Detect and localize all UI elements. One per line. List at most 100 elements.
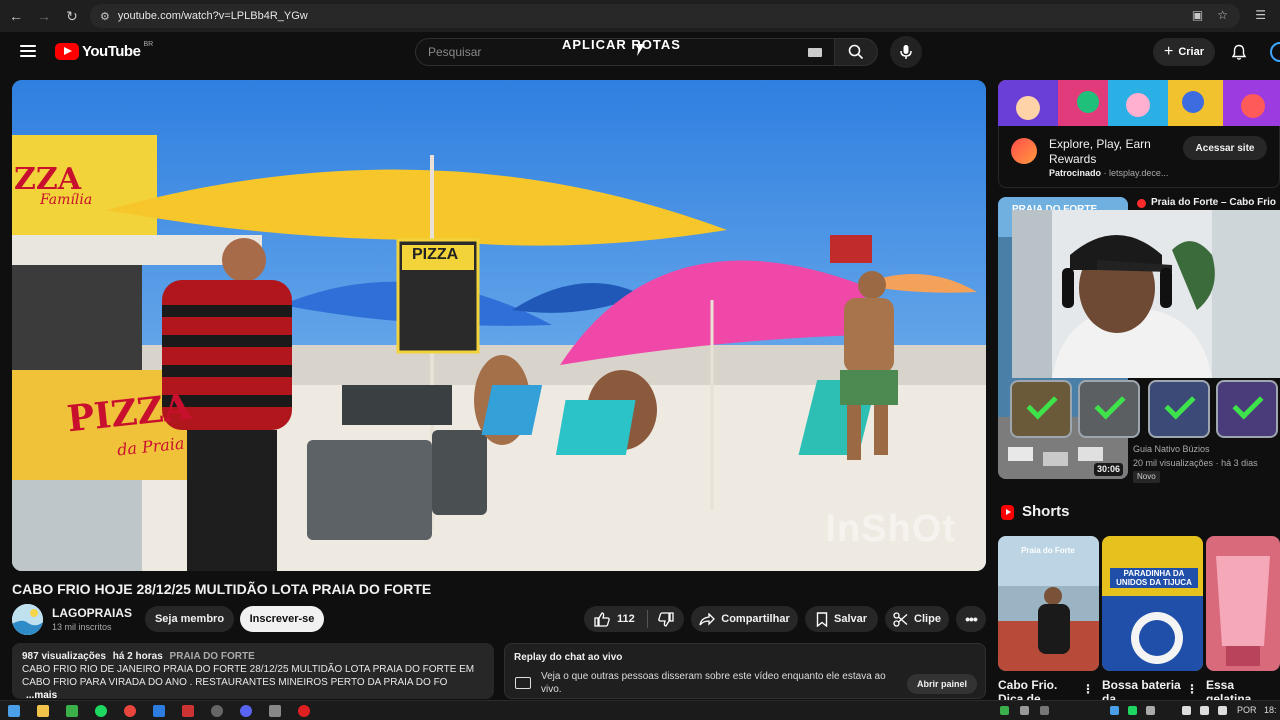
app-icon[interactable] — [269, 705, 281, 717]
tray-icon[interactable] — [1110, 706, 1119, 715]
logo-text: YouTube — [82, 43, 141, 60]
chat-replay-panel: Replay do chat ao vivo Veja o que outras… — [504, 643, 986, 699]
pizza-sign-top-sub: Família — [40, 192, 93, 208]
voice-search-button[interactable] — [890, 36, 922, 68]
star-icon[interactable]: ☆ — [1217, 8, 1228, 22]
file-explorer-icon[interactable] — [37, 705, 49, 717]
ad-banner-image[interactable] — [998, 80, 1280, 126]
channel-name[interactable]: LAGOPRAIAS — [52, 606, 132, 620]
check-icon — [1094, 388, 1126, 420]
description-tag[interactable]: PRAIA DO FORTE — [170, 651, 255, 662]
app-icon[interactable] — [298, 705, 310, 717]
forward-icon[interactable]: → — [32, 4, 56, 28]
tray-icon[interactable] — [1020, 706, 1029, 715]
discord-icon[interactable] — [240, 705, 252, 717]
short-card[interactable]: PARADINHA DA UNIDOS DA TIJUCA — [1102, 536, 1203, 671]
windows-start-icon[interactable] — [8, 705, 20, 717]
menu-icon[interactable] — [20, 45, 36, 57]
recommended-channel[interactable]: Guia Nativo Búzios — [1133, 444, 1210, 454]
chat-replay-text: Veja o que outras pessoas disseram sobre… — [541, 671, 886, 695]
clip-label: Clipe — [914, 613, 941, 625]
thumbs-up-icon — [594, 611, 610, 627]
thumbnail-card[interactable] — [1078, 380, 1140, 438]
thumbnail-card[interactable] — [1010, 380, 1072, 438]
advertiser-logo — [1011, 138, 1037, 164]
join-button[interactable]: Seja membro — [145, 606, 234, 632]
wifi-icon[interactable] — [1182, 706, 1191, 715]
video-frame — [12, 80, 986, 571]
site-info-icon[interactable]: ⚙ — [100, 10, 110, 23]
subscribe-button[interactable]: Inscrever-se — [240, 606, 324, 632]
short-card[interactable]: Praia do Forte — [998, 536, 1099, 671]
mic-icon — [900, 45, 912, 59]
pizza-board-text: PIZZA — [412, 246, 459, 263]
windows-taskbar: POR 18: — [0, 700, 1280, 720]
new-badge: Novo — [1133, 471, 1160, 483]
thumbnail-card[interactable] — [1148, 380, 1210, 438]
sponsored-label: Patrocinado — [1049, 168, 1102, 178]
keyboard-icon[interactable] — [808, 48, 822, 57]
tray-icon[interactable] — [1000, 706, 1009, 715]
tray-icon[interactable] — [1146, 706, 1155, 715]
app-icon[interactable] — [153, 705, 165, 717]
visit-site-button[interactable]: Acessar site — [1183, 136, 1267, 160]
tray-icon[interactable] — [1040, 706, 1049, 715]
short-card[interactable] — [1206, 536, 1280, 671]
spotify-icon[interactable] — [95, 705, 107, 717]
input-language[interactable]: POR — [1237, 705, 1257, 715]
app-icon[interactable] — [182, 705, 194, 717]
ad-title[interactable]: Explore, Play, Earn Rewards — [1049, 137, 1179, 167]
search-button[interactable] — [834, 38, 878, 66]
more-horizontal-icon: ••• — [965, 611, 978, 627]
url-text[interactable]: youtube.com/watch?v=LPLBb4R_YGw — [118, 10, 308, 22]
thumbs-down-icon — [658, 611, 674, 627]
app-icon[interactable] — [211, 705, 223, 717]
thumbnail-card[interactable] — [1216, 380, 1278, 438]
speaker-icon[interactable] — [1218, 706, 1227, 715]
channel-thumbnails-row — [1010, 380, 1280, 438]
like-count: 112 — [617, 613, 635, 625]
shorts-icon — [1001, 505, 1014, 520]
app-icon[interactable] — [66, 705, 78, 717]
chrome-icon[interactable] — [124, 705, 136, 717]
volume-icon[interactable] — [1200, 706, 1209, 715]
like-dislike-bar: 112 — [584, 606, 684, 632]
short-menu-icon[interactable]: ⋮ — [1082, 682, 1094, 696]
webcam-overlay — [1012, 210, 1280, 378]
video-duration: 30:06 — [1094, 463, 1124, 476]
create-button[interactable]: + Criar — [1153, 38, 1215, 66]
notifications-button[interactable] — [1229, 42, 1249, 62]
more-actions-button[interactable]: ••• — [956, 606, 986, 632]
reload-icon[interactable]: ↻ — [60, 4, 84, 28]
recommended-views: 20 mil visualizações — [1133, 458, 1214, 468]
inshot-watermark: InShOt — [825, 508, 956, 550]
cast-icon[interactable]: ▣ — [1192, 8, 1203, 22]
description-box[interactable]: 987 visualizações há 2 horas PRAIA DO FO… — [12, 643, 494, 701]
bookmark-icon — [816, 611, 828, 627]
plus-icon: + — [1163, 43, 1174, 60]
clock[interactable]: 18: — [1264, 705, 1277, 715]
check-icon — [1164, 388, 1196, 420]
address-bar[interactable]: ⚙ youtube.com/watch?v=LPLBb4R_YGw ▣ ☆ — [90, 4, 1240, 28]
chat-icon — [515, 677, 531, 689]
like-button[interactable]: 112 — [584, 611, 647, 627]
video-player[interactable]: ZZA Família PIZZA PIZZA da Praia InShOt — [12, 80, 986, 571]
back-icon[interactable]: ← — [4, 4, 28, 28]
clip-button[interactable]: Clipe — [885, 606, 949, 632]
region-code: BR — [143, 41, 154, 48]
short-menu-icon[interactable]: ⋮ — [1186, 682, 1198, 696]
account-avatar[interactable] — [1270, 42, 1280, 62]
channel-avatar[interactable] — [12, 604, 43, 635]
recommended-title[interactable]: Praia do Forte – Cabo Frio — [1151, 197, 1276, 208]
share-icon — [699, 612, 716, 626]
open-chat-button[interactable]: Abrir painel — [907, 674, 977, 694]
tray-icon[interactable] — [1128, 706, 1137, 715]
dislike-button[interactable] — [648, 611, 684, 627]
publish-time: há 2 horas — [112, 651, 163, 662]
reading-list-icon[interactable]: ☰ — [1255, 8, 1266, 22]
description-text: CABO FRIO RIO DE JANEIRO PRAIA DO FORTE … — [22, 664, 475, 688]
share-button[interactable]: Compartilhar — [691, 606, 798, 632]
youtube-logo[interactable]: YouTube BR — [55, 41, 154, 60]
save-button[interactable]: Salvar — [805, 606, 878, 632]
video-title: CABO FRIO HOJE 28/12/25 MULTIDÃO LOTA PR… — [12, 581, 432, 597]
